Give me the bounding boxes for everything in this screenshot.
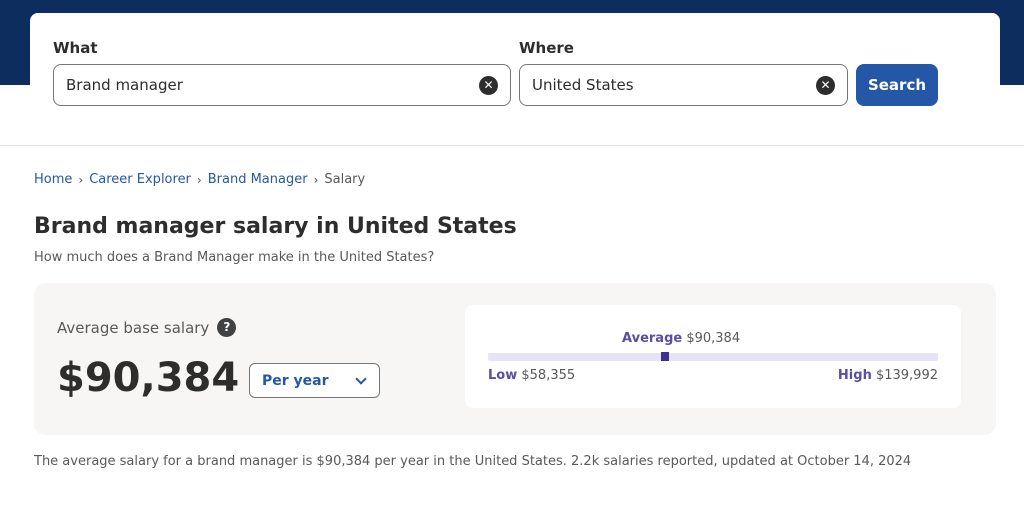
where-label: Where <box>519 39 574 57</box>
page-title: Brand manager salary in United States <box>34 214 517 239</box>
breadcrumb: Home › Career Explorer › Brand Manager ›… <box>34 172 365 187</box>
breadcrumb-career-explorer[interactable]: Career Explorer <box>89 172 191 187</box>
where-input[interactable]: United States ✕ <box>519 64 848 106</box>
divider <box>0 145 1024 146</box>
average-salary-heading: Average base salary ? <box>57 318 237 337</box>
help-icon[interactable]: ? <box>217 318 237 337</box>
salary-summary: The average salary for a brand manager i… <box>34 454 912 469</box>
salary-panel: Average base salary ? $90,384 Per year A… <box>34 283 996 435</box>
pay-period-value[interactable]: Per year <box>262 373 329 389</box>
range-low-title: Low <box>488 368 518 383</box>
what-input[interactable]: Brand manager ✕ <box>53 64 511 106</box>
breadcrumb-current: Salary <box>324 172 366 187</box>
range-high-title: High <box>837 368 872 383</box>
range-average-label: Average $90,384 <box>622 331 740 346</box>
salary-range-card: Average $90,384 Low $58,355 High $139,99… <box>465 305 961 408</box>
breadcrumb-brand-manager[interactable]: Brand Manager <box>208 172 308 187</box>
breadcrumb-separator-icon: › <box>78 172 84 187</box>
average-salary-label: Average base salary <box>57 318 210 337</box>
search-button[interactable]: Search <box>856 64 938 106</box>
breadcrumb-home[interactable]: Home <box>34 172 72 187</box>
range-high-value: $139,992 <box>875 368 938 383</box>
chevron-down-icon <box>355 372 367 385</box>
what-input-value[interactable]: Brand manager <box>66 76 479 94</box>
clear-where-icon[interactable]: ✕ <box>816 75 835 95</box>
range-low-value: $58,355 <box>521 368 576 383</box>
average-salary-amount: $90,384 <box>57 355 240 401</box>
clear-what-icon[interactable]: ✕ <box>479 75 498 95</box>
page-subtitle: How much does a Brand Manager make in th… <box>34 250 435 265</box>
range-average-title: Average <box>622 331 683 346</box>
search-card: What Brand manager ✕ Where United States… <box>30 13 1000 133</box>
what-label: What <box>53 39 98 57</box>
pay-period-select[interactable]: Per year <box>249 363 380 398</box>
range-high-label: High $139,992 <box>838 368 938 383</box>
salary-range-bar <box>488 352 938 361</box>
breadcrumb-separator-icon: › <box>196 172 202 187</box>
average-marker <box>660 352 669 361</box>
where-input-value[interactable]: United States <box>532 76 816 94</box>
range-low-label: Low $58,355 <box>488 368 575 383</box>
breadcrumb-separator-icon: › <box>313 172 319 187</box>
range-average-value: $90,384 <box>686 331 741 346</box>
